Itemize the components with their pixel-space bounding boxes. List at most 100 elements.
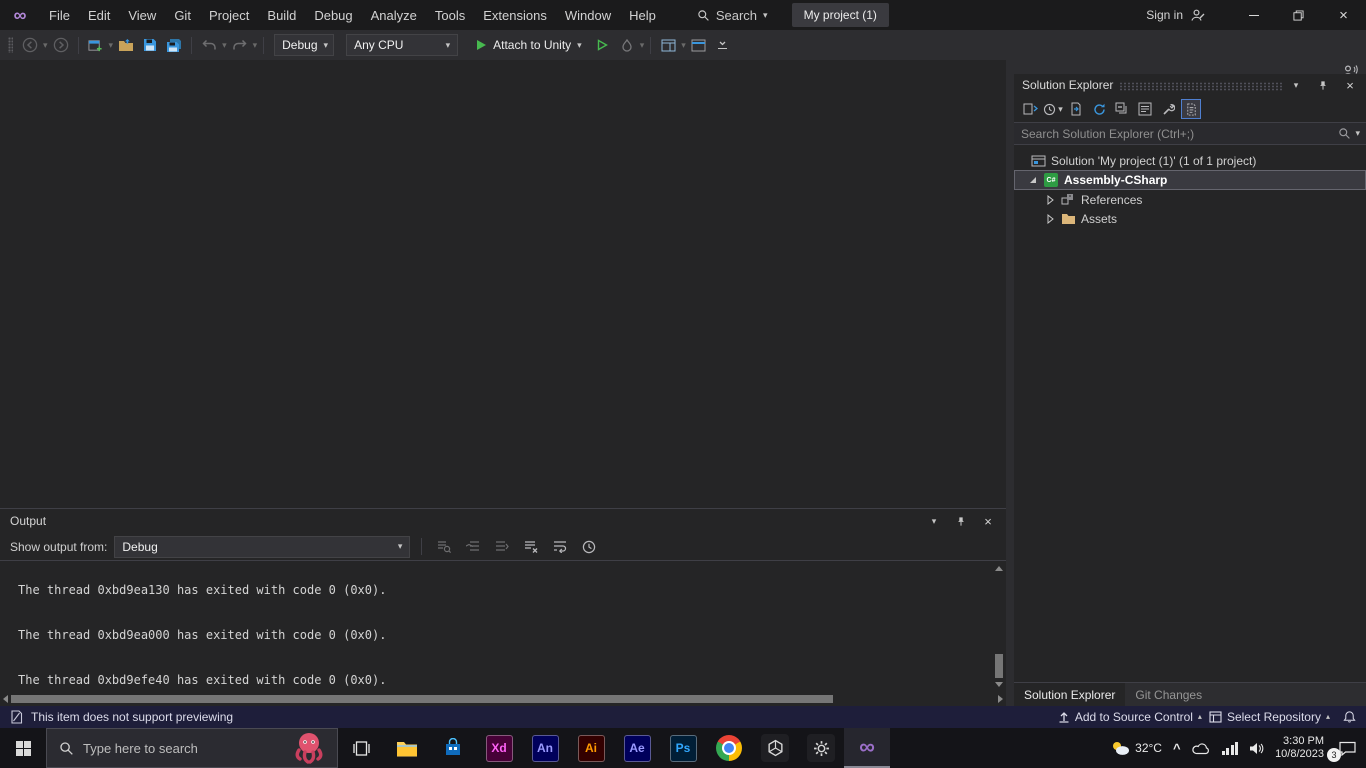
tab-solution-explorer[interactable]: Solution Explorer bbox=[1014, 683, 1126, 706]
search-options-caret-icon[interactable]: ▾ bbox=[1355, 129, 1360, 138]
save-button[interactable] bbox=[139, 33, 161, 57]
redo-caret-icon[interactable]: ▾ bbox=[253, 40, 258, 50]
next-message-button[interactable] bbox=[491, 536, 513, 558]
search-icon[interactable] bbox=[1338, 127, 1351, 140]
clear-all-button[interactable] bbox=[520, 536, 542, 558]
vertical-scrollbar[interactable] bbox=[992, 561, 1006, 692]
hot-reload-caret-icon[interactable]: ▾ bbox=[640, 40, 645, 50]
close-button[interactable]: × bbox=[1321, 0, 1366, 30]
horizontal-scrollbar-thumb[interactable] bbox=[11, 695, 833, 703]
window-position-icon[interactable]: ▾ bbox=[1288, 77, 1304, 93]
unity-editor-button[interactable] bbox=[798, 728, 844, 768]
find-message-button[interactable] bbox=[433, 536, 455, 558]
notifications-bell-icon[interactable] bbox=[1343, 710, 1356, 724]
sync-with-active-document-button[interactable] bbox=[1066, 99, 1086, 119]
taskbar-search-input[interactable] bbox=[83, 740, 281, 756]
visual-studio-taskbar-button[interactable]: ∞ bbox=[844, 728, 890, 768]
file-explorer-button[interactable] bbox=[384, 728, 430, 768]
pin-icon[interactable] bbox=[1315, 77, 1331, 93]
collapsed-arrow-icon[interactable] bbox=[1042, 213, 1058, 224]
menu-item-build[interactable]: Build bbox=[258, 0, 305, 30]
adobe-illustrator-button[interactable]: Ai bbox=[568, 728, 614, 768]
show-all-files-button[interactable] bbox=[1181, 99, 1201, 119]
options-wrench-button[interactable] bbox=[1158, 99, 1178, 119]
window-layout-caret-icon[interactable]: ▾ bbox=[681, 40, 686, 50]
undo-caret-icon[interactable]: ▾ bbox=[222, 40, 227, 50]
network-icon[interactable] bbox=[1221, 741, 1239, 755]
tree-item-references[interactable]: References bbox=[1014, 190, 1366, 209]
collapsed-arrow-icon[interactable] bbox=[1042, 194, 1058, 205]
navigate-back-button[interactable] bbox=[19, 33, 41, 57]
save-all-button[interactable] bbox=[163, 33, 185, 57]
hot-reload-button[interactable] bbox=[616, 33, 638, 57]
expanded-arrow-icon[interactable] bbox=[1025, 177, 1041, 183]
adobe-photoshop-button[interactable]: Ps bbox=[660, 728, 706, 768]
configuration-dropdown[interactable]: Debug ▾ bbox=[274, 34, 335, 56]
refresh-button[interactable] bbox=[1089, 99, 1109, 119]
tree-item-solution[interactable]: Solution 'My project (1)' (1 of 1 projec… bbox=[1014, 151, 1366, 170]
chrome-button[interactable] bbox=[706, 728, 752, 768]
microsoft-store-button[interactable] bbox=[430, 728, 476, 768]
volume-icon[interactable] bbox=[1249, 742, 1264, 755]
scroll-up-icon[interactable] bbox=[995, 566, 1003, 571]
open-file-button[interactable] bbox=[115, 33, 137, 57]
horizontal-scrollbar[interactable] bbox=[0, 692, 1006, 706]
tab-git-changes[interactable]: Git Changes bbox=[1125, 683, 1212, 706]
action-center-button[interactable]: 3 bbox=[1327, 741, 1356, 762]
clock[interactable]: 3:30 PM 10/8/2023 bbox=[1275, 735, 1324, 761]
menu-item-extensions[interactable]: Extensions bbox=[474, 0, 556, 30]
window-layout-button[interactable] bbox=[657, 33, 679, 57]
solution-explorer-search-input[interactable] bbox=[1014, 126, 1339, 141]
navigate-back-caret-icon[interactable]: ▾ bbox=[43, 40, 48, 50]
switch-views-button[interactable] bbox=[1020, 99, 1040, 119]
menu-item-edit[interactable]: Edit bbox=[79, 0, 119, 30]
previous-message-button[interactable] bbox=[462, 536, 484, 558]
scroll-left-icon[interactable] bbox=[3, 695, 8, 703]
project-tab[interactable]: My project (1) bbox=[791, 3, 889, 27]
menu-item-help[interactable]: Help bbox=[620, 0, 665, 30]
output-panel-header[interactable]: Output ▾ × bbox=[0, 509, 1006, 533]
onedrive-cloud-icon[interactable] bbox=[1191, 742, 1211, 755]
properties-button[interactable] bbox=[1135, 99, 1155, 119]
menu-item-git[interactable]: Git bbox=[165, 0, 200, 30]
toggle-word-wrap-button[interactable] bbox=[549, 536, 571, 558]
platform-dropdown[interactable]: Any CPU ▾ bbox=[346, 34, 459, 56]
sign-in-button[interactable]: Sign in bbox=[1146, 8, 1183, 22]
taskbar-search[interactable] bbox=[46, 728, 338, 768]
tool-windows-button[interactable] bbox=[688, 33, 710, 57]
vertical-scrollbar-thumb[interactable] bbox=[995, 654, 1003, 678]
collapse-all-button[interactable] bbox=[1112, 99, 1132, 119]
search-highlight-octopus-image[interactable] bbox=[281, 729, 337, 767]
scroll-right-icon[interactable] bbox=[998, 695, 1003, 703]
tree-item-assembly-csharp[interactable]: C# Assembly-CSharp bbox=[1014, 170, 1366, 190]
close-icon[interactable]: × bbox=[980, 513, 996, 529]
redo-button[interactable] bbox=[229, 33, 251, 57]
navigate-forward-button[interactable] bbox=[50, 33, 72, 57]
restore-button[interactable] bbox=[1276, 0, 1321, 30]
select-repository-button[interactable]: Select Repository ▴ bbox=[1209, 710, 1330, 724]
new-project-caret-icon[interactable]: ▾ bbox=[109, 40, 114, 50]
attach-to-unity-button[interactable]: Attach to Unity ▾ bbox=[468, 33, 590, 57]
new-project-button[interactable] bbox=[85, 33, 107, 57]
adobe-after-effects-button[interactable]: Ae bbox=[614, 728, 660, 768]
unity-hub-button[interactable] bbox=[752, 728, 798, 768]
toolbar-overflow-button[interactable] bbox=[712, 33, 734, 57]
show-timestamps-button[interactable] bbox=[578, 536, 600, 558]
tree-item-assets[interactable]: Assets bbox=[1014, 209, 1366, 228]
minimize-button[interactable] bbox=[1231, 0, 1276, 30]
adobe-animate-button[interactable]: An bbox=[522, 728, 568, 768]
add-to-source-control-button[interactable]: Add to Source Control ▴ bbox=[1058, 710, 1202, 724]
menu-item-view[interactable]: View bbox=[119, 0, 165, 30]
menu-item-tools[interactable]: Tools bbox=[426, 0, 474, 30]
menu-item-file[interactable]: File bbox=[40, 0, 79, 30]
titlebar-search[interactable]: Search ▾ bbox=[689, 0, 776, 30]
output-source-dropdown[interactable]: Debug ▾ bbox=[114, 535, 411, 558]
output-console[interactable]: The thread 0xbd9ea130 has exited with co… bbox=[0, 561, 1006, 692]
adobe-xd-button[interactable]: Xd bbox=[476, 728, 522, 768]
pending-changes-filter-button[interactable]: ▾ bbox=[1043, 99, 1063, 119]
menu-item-debug[interactable]: Debug bbox=[305, 0, 361, 30]
menu-item-analyze[interactable]: Analyze bbox=[362, 0, 426, 30]
menu-item-window[interactable]: Window bbox=[556, 0, 620, 30]
close-icon[interactable]: × bbox=[1342, 77, 1358, 93]
task-view-button[interactable] bbox=[338, 728, 384, 768]
